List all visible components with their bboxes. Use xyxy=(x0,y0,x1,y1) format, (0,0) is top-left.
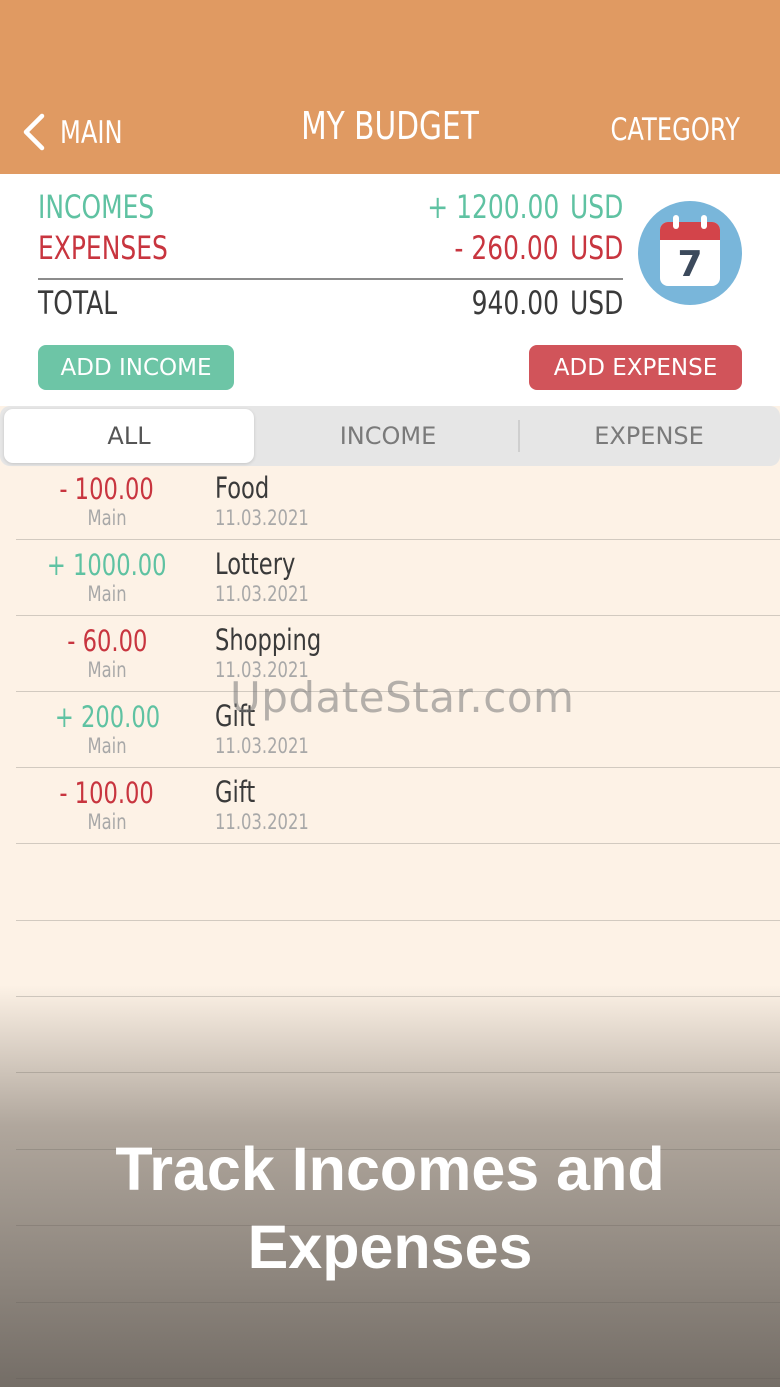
transaction-amount: - 60.00 xyxy=(66,624,148,658)
expenses-label: EXPENSES xyxy=(38,229,168,267)
transaction-account: Main xyxy=(87,810,127,834)
add-income-button[interactable]: ADD INCOME xyxy=(38,345,234,390)
row-divider xyxy=(16,539,780,540)
incomes-row: INCOMES + 1200.00 USD xyxy=(38,188,623,228)
transaction-name: Shopping xyxy=(215,623,322,657)
nav-bar: MAIN MY BUDGET CATEGORY xyxy=(0,0,780,174)
budget-summary: INCOMES + 1200.00 USD EXPENSES - 260.00 … xyxy=(0,174,780,406)
transaction-date: 11.03.2021 xyxy=(215,582,309,606)
incomes-currency: USD xyxy=(569,188,623,226)
expenses-amount: - 260.00 xyxy=(454,229,559,267)
transaction-date: 11.03.2021 xyxy=(215,734,309,758)
row-divider xyxy=(16,615,780,616)
incomes-label: INCOMES xyxy=(38,188,155,226)
expenses-row: EXPENSES - 260.00 USD xyxy=(38,229,623,269)
transaction-account: Main xyxy=(87,658,127,682)
list-item[interactable]: - 100.00 Main Food 11.03.2021 xyxy=(0,466,780,542)
transaction-account: Main xyxy=(87,582,127,606)
tab-all[interactable]: ALL xyxy=(4,409,254,463)
total-amount: 940.00 xyxy=(471,284,559,322)
transaction-date: 11.03.2021 xyxy=(215,506,309,530)
transaction-amount: - 100.00 xyxy=(59,776,155,810)
transaction-account: Main xyxy=(87,506,127,530)
transaction-name: Food xyxy=(215,471,270,505)
transaction-amount: + 1000.00 xyxy=(47,548,167,582)
total-row: TOTAL 940.00 USD xyxy=(38,284,623,324)
row-divider xyxy=(16,843,780,844)
segmented-control: ALL INCOME EXPENSE xyxy=(0,406,780,466)
transaction-name: Lottery xyxy=(215,547,296,581)
add-expense-button[interactable]: ADD EXPENSE xyxy=(529,345,742,390)
total-label: TOTAL xyxy=(38,284,118,322)
transaction-account: Main xyxy=(87,734,127,758)
tab-expense[interactable]: EXPENSE xyxy=(520,409,778,463)
category-button[interactable]: CATEGORY xyxy=(574,112,740,148)
calendar-icon[interactable]: 7 xyxy=(638,201,742,305)
transaction-amount: - 100.00 xyxy=(59,472,155,506)
watermark: UpdateStar.com xyxy=(230,673,575,722)
incomes-amount: + 1200.00 xyxy=(426,188,559,226)
row-divider xyxy=(16,767,780,768)
summary-divider xyxy=(38,278,623,280)
promo-caption: Track Incomes and Expenses xyxy=(115,1135,665,1281)
row-divider xyxy=(16,920,780,921)
transaction-amount: + 200.00 xyxy=(54,700,160,734)
transaction-date: 11.03.2021 xyxy=(215,810,309,834)
total-currency: USD xyxy=(569,284,623,322)
calendar-day: 7 xyxy=(677,244,703,285)
transaction-name: Gift xyxy=(215,775,256,809)
tab-income[interactable]: INCOME xyxy=(258,409,518,463)
list-item[interactable]: - 100.00 Main Gift 11.03.2021 xyxy=(0,770,780,846)
expenses-currency: USD xyxy=(569,229,623,267)
list-item[interactable]: + 1000.00 Main Lottery 11.03.2021 xyxy=(0,542,780,618)
